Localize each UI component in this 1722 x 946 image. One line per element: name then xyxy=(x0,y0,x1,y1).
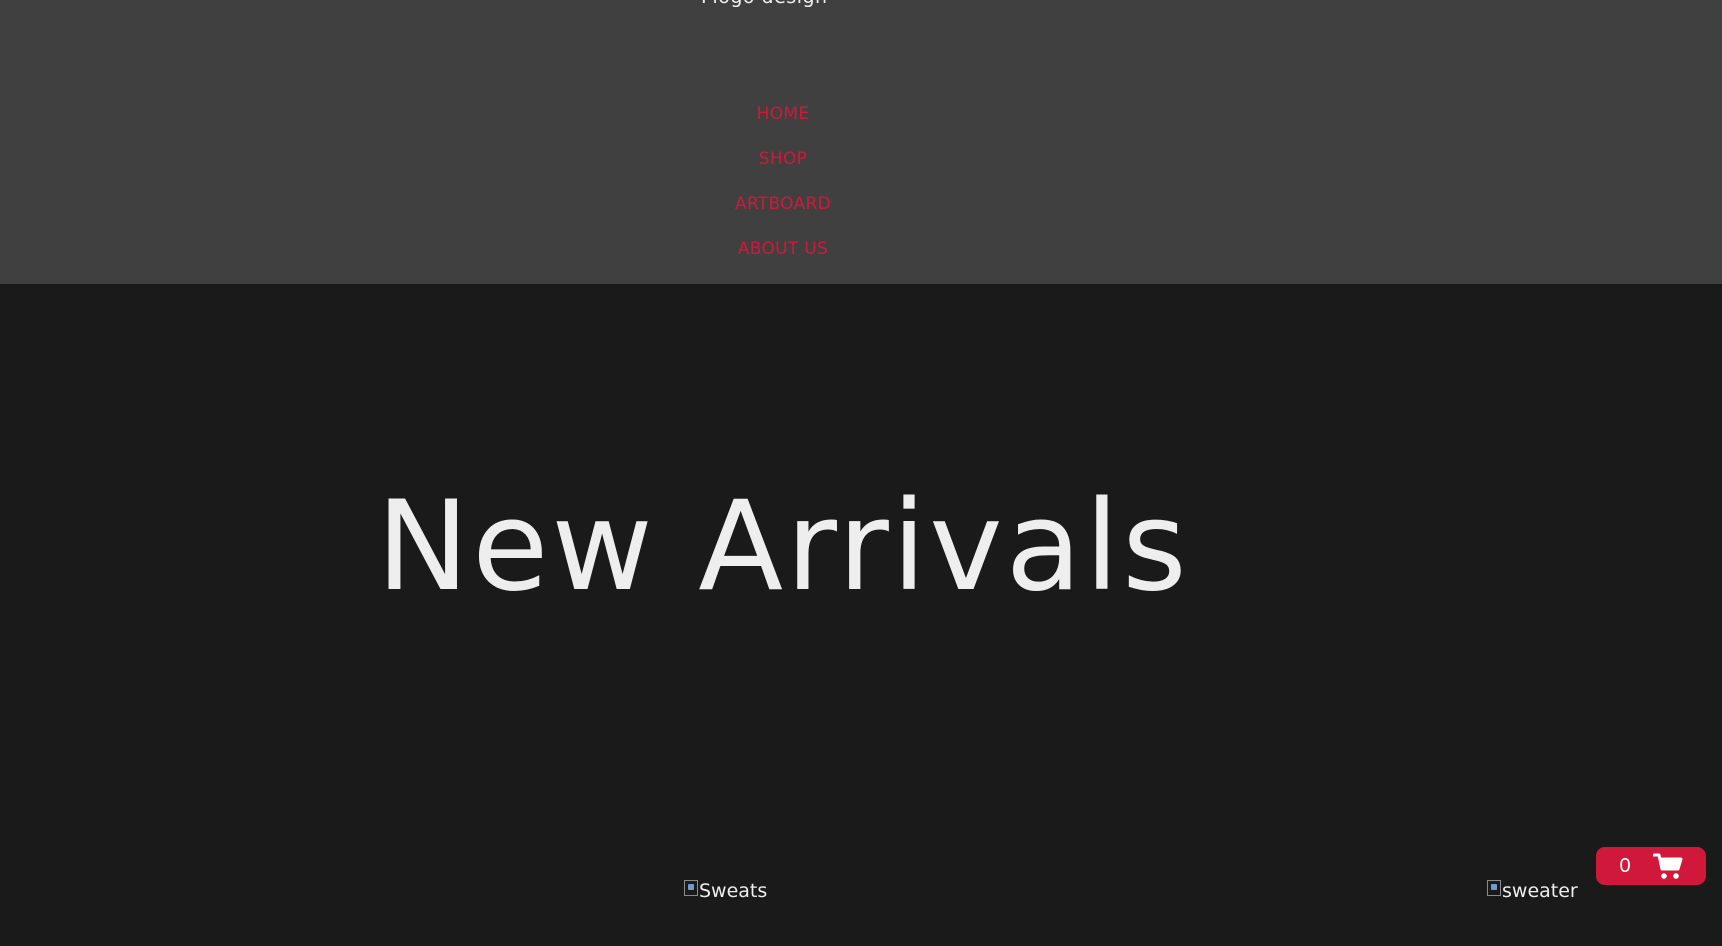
nav-link-about-us[interactable]: ABOUT US xyxy=(0,239,1566,259)
cart-button[interactable]: 0 xyxy=(1596,847,1706,885)
hero-title: New Arrivals xyxy=(376,475,1190,619)
nav-link-shop[interactable]: SHOP xyxy=(0,149,1566,169)
logo-text[interactable]: Flogo design xyxy=(701,0,828,8)
site-header: Flogo design HOME SHOP ARTBOARD ABOUT US xyxy=(0,0,1722,284)
page: Flogo design HOME SHOP ARTBOARD ABOUT US… xyxy=(0,0,1722,946)
shopping-cart-icon xyxy=(1652,852,1683,880)
product-image-sweats[interactable]: Sweats xyxy=(684,880,767,902)
nav-link-artboard[interactable]: ARTBOARD xyxy=(0,194,1566,214)
product-image-alt-text: Sweats xyxy=(699,880,768,902)
product-image-alt-text: sweater xyxy=(1502,880,1578,902)
broken-image-icon xyxy=(684,880,698,896)
product-image-sweater[interactable]: sweater xyxy=(1487,880,1578,902)
nav-link-home[interactable]: HOME xyxy=(0,104,1566,124)
cart-count: 0 xyxy=(1619,854,1631,877)
broken-image-icon xyxy=(1487,880,1501,896)
